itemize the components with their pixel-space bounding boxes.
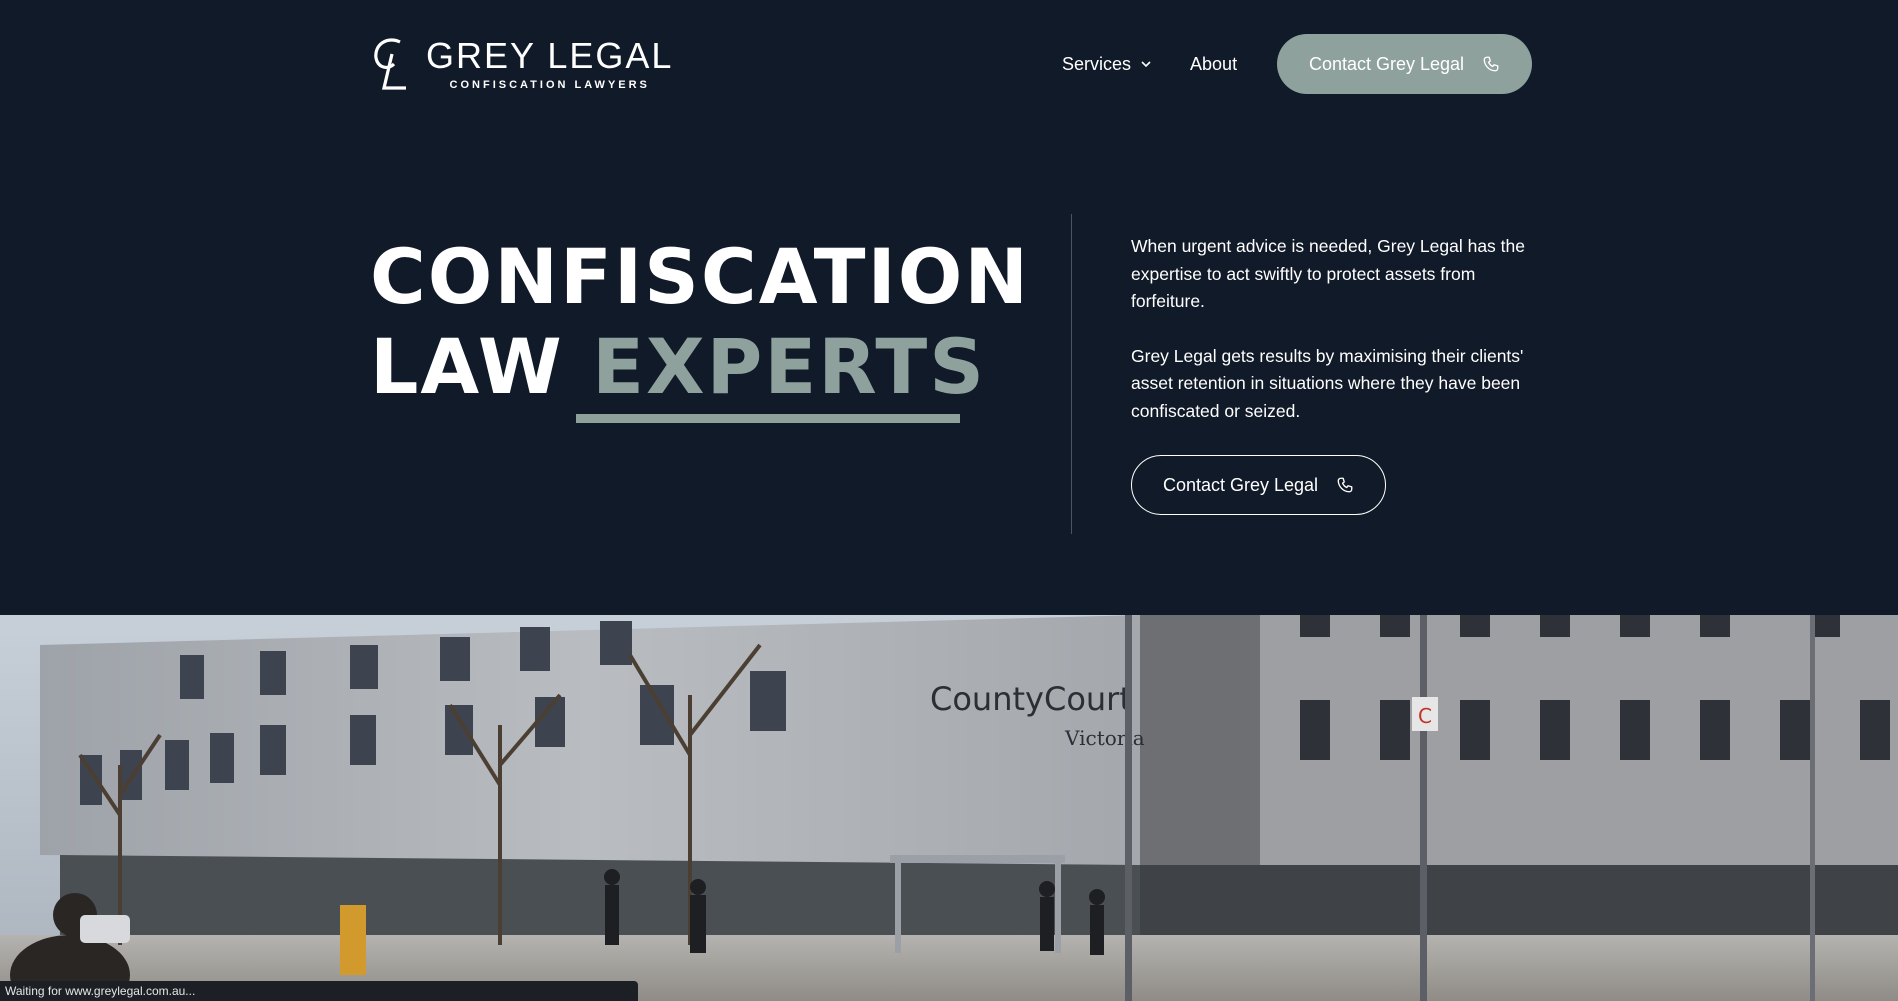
header-contact-button[interactable]: Contact Grey Legal: [1277, 34, 1532, 94]
county-court-photo: CountyCourt Victoria C: [0, 615, 1898, 1001]
hero-copy: When urgent advice is needed, Grey Legal…: [1131, 233, 1531, 425]
phone-icon: [1337, 477, 1353, 493]
nav-services-label: Services: [1062, 53, 1132, 74]
chevron-down-icon: [1141, 61, 1151, 68]
header-contact-label: Contact Grey Legal: [1308, 53, 1465, 74]
parking-sign-letter: C: [1418, 704, 1432, 728]
hero-title-accent: EXPERTS: [592, 322, 986, 411]
brand-logo[interactable]: GREY LEGAL CONFISCATION LAWYERS: [370, 34, 673, 94]
hero-contact-label: Contact Grey Legal: [1162, 474, 1319, 495]
hero-title-line2: LAW: [370, 322, 593, 411]
brand-tagline: CONFISCATION LAWYERS: [449, 79, 650, 91]
vertical-divider: [1071, 214, 1072, 534]
signage-victoria: Victoria: [1064, 726, 1145, 750]
county-court-illustration: CountyCourt Victoria C: [0, 615, 1898, 1001]
site-header: GREY LEGAL CONFISCATION LAWYERS Services…: [0, 0, 1898, 130]
hero-title-line1: CONFISCATION: [370, 232, 1030, 321]
nav-about-label: About: [1190, 53, 1238, 74]
main-nav: Services About: [1062, 34, 1237, 94]
hero-contact-button[interactable]: Contact Grey Legal: [1131, 455, 1386, 515]
phone-icon: [1483, 56, 1499, 72]
accent-underline: [576, 414, 960, 423]
hero-paragraph-1: When urgent advice is needed, Grey Legal…: [1131, 236, 1525, 311]
nav-about[interactable]: About: [1190, 54, 1237, 75]
gl-monogram-icon: [374, 38, 406, 90]
hero-paragraph-2: Grey Legal gets results by maximising th…: [1131, 345, 1524, 421]
signage-county-court: CountyCourt: [930, 680, 1132, 718]
hero-heading: CONFISCATION LAW EXPERTS: [370, 232, 1050, 412]
browser-status-bar: Waiting for www.greylegal.com.au...: [0, 981, 638, 1001]
nav-services[interactable]: Services: [1062, 54, 1152, 75]
brand-name: GREY LEGAL: [426, 35, 674, 76]
